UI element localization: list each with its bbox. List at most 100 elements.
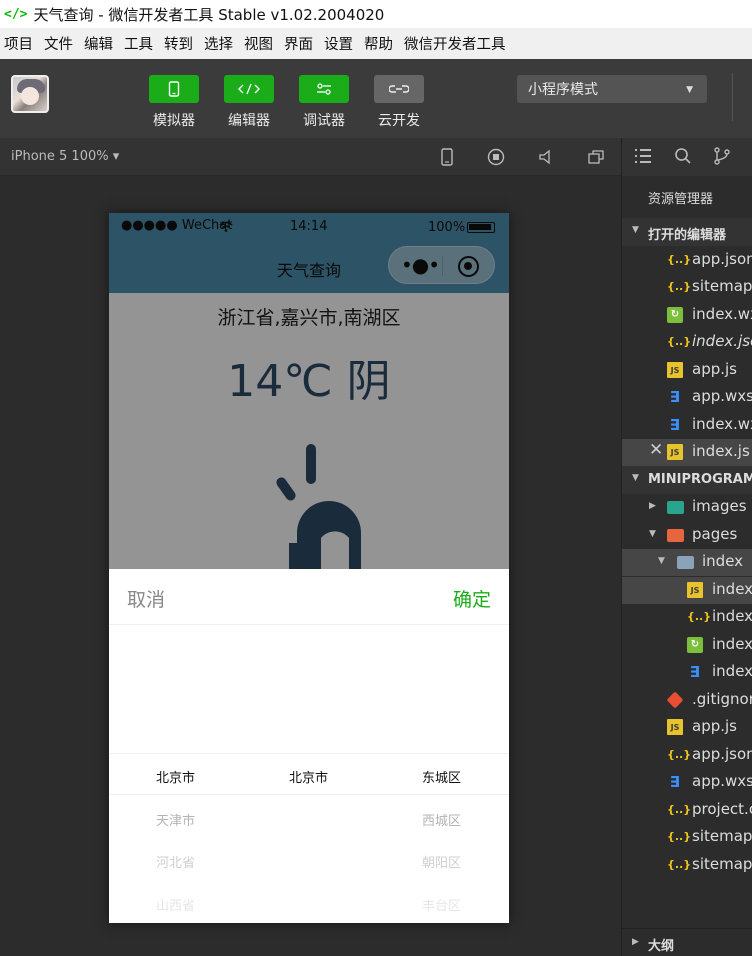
file-name: app.json — [692, 745, 752, 763]
user-avatar[interactable] — [11, 75, 49, 113]
cloud-dev-button[interactable] — [374, 75, 424, 103]
search-icon[interactable] — [674, 147, 692, 165]
tree-file[interactable]: {..}sitemap.json — [622, 824, 752, 851]
mode-select-value: 小程序模式 — [528, 82, 598, 98]
picker-option[interactable]: 丰台区 — [375, 895, 508, 914]
picker-header-divider — [109, 624, 509, 625]
menu-wechat-devtools[interactable]: 微信开发者工具 — [404, 33, 506, 54]
file-name: app.js — [692, 717, 737, 735]
open-editors-section[interactable]: ▼ 打开的编辑器 — [622, 218, 752, 246]
json-file-icon: {..} — [667, 335, 692, 348]
open-editor-item[interactable]: ∃ index.wxss — [622, 412, 752, 439]
picker-option[interactable]: 河北省 — [109, 852, 242, 871]
open-editor-item-active[interactable]: ✕ JS index.js — [622, 439, 752, 466]
modal-overlay[interactable] — [109, 213, 509, 569]
open-editors-label: 打开的编辑器 — [648, 228, 727, 243]
picker-option[interactable]: 北京市 — [109, 767, 242, 786]
picker-confirm-button[interactable]: 确定 — [453, 585, 491, 612]
tree-folder[interactable]: ▶ images — [622, 494, 752, 521]
explorer-title: 资源管理器 — [648, 192, 714, 207]
json-file-icon: {..} — [667, 253, 692, 266]
menu-file[interactable]: 文件 — [44, 33, 73, 54]
list-icon[interactable] — [634, 148, 652, 164]
file-name: project.config.json — [692, 800, 752, 818]
picker-option[interactable]: 天津市 — [109, 810, 242, 829]
open-editor-item[interactable]: JS app.js — [622, 357, 752, 384]
picker-option[interactable]: 东城区 — [375, 767, 508, 786]
project-section[interactable]: ▼ MINIPROGRAM- — [622, 466, 752, 494]
mode-select[interactable]: 小程序模式 ▼ — [517, 75, 707, 103]
tree-file[interactable]: ∃ index.wxss — [622, 659, 752, 686]
menu-select[interactable]: 选择 — [204, 33, 233, 54]
menu-goto[interactable]: 转到 — [164, 33, 193, 54]
open-editor-item[interactable]: {..}sitemap.json — [622, 274, 752, 301]
title-bar: </> 天气查询 - 微信开发者工具 Stable v1.02.2004020 — [0, 0, 752, 28]
wxss-file-icon: ∃ — [669, 416, 681, 434]
simulator-device-bar: iPhone 5 100% ▾ — [0, 138, 621, 176]
json-file-icon: {..} — [667, 280, 692, 293]
phone-icon[interactable] — [437, 147, 457, 167]
tree-folder[interactable]: ▼ index — [622, 549, 752, 576]
menu-edit[interactable]: 编辑 — [84, 33, 113, 54]
picker-option[interactable]: 山西省 — [109, 895, 242, 914]
open-editor-item[interactable]: {..}index.json — [622, 329, 752, 356]
collapse-icon: ▼ — [632, 473, 639, 483]
file-name: app.wxss — [692, 387, 752, 405]
tree-file[interactable]: {..} app.json — [622, 742, 752, 769]
phone-simulator: ●●●●● WeChat 14:14 100% 天气查询 •●• 浙江省,嘉兴市… — [109, 213, 509, 923]
menu-view[interactable]: 视图 — [244, 33, 273, 54]
picker-option[interactable]: 朝阳区 — [375, 852, 508, 871]
file-name: sitemap.json — [692, 827, 752, 845]
file-name: index.wxss — [712, 662, 752, 680]
debugger-button[interactable] — [299, 75, 349, 103]
menu-tools[interactable]: 工具 — [124, 33, 153, 54]
file-name: index.wxml — [712, 635, 752, 653]
file-name: index.wxml — [692, 305, 752, 323]
open-editor-item[interactable]: ∃ app.wxss — [622, 384, 752, 411]
git-branch-icon[interactable] — [713, 147, 731, 165]
open-editor-item[interactable]: ↻ index.wxml — [622, 302, 752, 329]
multi-window-icon[interactable] — [586, 147, 606, 167]
close-icon[interactable]: ✕ — [649, 440, 663, 460]
picker-selection-bottom-line — [109, 794, 509, 795]
caret-down-icon: ▼ — [686, 85, 693, 95]
open-editor-item[interactable]: {..} app.json — [622, 247, 752, 274]
picker-cancel-button[interactable]: 取消 — [127, 585, 165, 612]
tree-file[interactable]: JS app.js — [622, 714, 752, 741]
file-name: app.wxss — [692, 772, 752, 790]
cloud-link-icon — [389, 85, 409, 93]
wxss-file-icon: ∃ — [669, 388, 681, 406]
tree-file[interactable]: JS index.js — [622, 577, 752, 604]
tree-file[interactable]: ↻ index.wxml — [622, 632, 752, 659]
git-file-icon — [666, 691, 684, 709]
device-select[interactable]: iPhone 5 100% ▾ — [11, 149, 119, 164]
record-icon[interactable] — [486, 147, 506, 167]
menu-interface[interactable]: 界面 — [284, 33, 313, 54]
js-file-icon: JS — [687, 582, 703, 598]
menu-project[interactable]: 项目 — [4, 33, 33, 54]
tree-file[interactable]: {..}project.config.json — [622, 797, 752, 824]
picker-selection-top-line — [109, 753, 509, 754]
menu-settings[interactable]: 设置 — [324, 33, 353, 54]
devtools-logo-icon: </> — [4, 6, 28, 22]
editor-button[interactable] — [224, 75, 274, 103]
picker-option[interactable]: 北京市 — [242, 767, 375, 786]
picker-option[interactable]: 西城区 — [375, 810, 508, 829]
menu-help[interactable]: 帮助 — [364, 33, 393, 54]
project-label: MINIPROGRAM- — [648, 472, 752, 487]
code-icon — [238, 83, 260, 95]
collapse-icon: ▼ — [649, 529, 656, 539]
volume-icon[interactable] — [536, 147, 556, 167]
folder-name: images — [692, 497, 747, 515]
file-name: sitemap.json — [692, 277, 752, 295]
simulator-button[interactable] — [149, 75, 199, 103]
debugger-label: 调试器 — [303, 113, 345, 129]
wxss-file-icon: ∃ — [689, 663, 701, 681]
outline-section[interactable]: ▶ 大纲 — [622, 928, 752, 956]
js-file-icon: JS — [667, 719, 683, 735]
tree-file[interactable]: ∃ app.wxss — [622, 769, 752, 796]
tree-file[interactable]: {..}sitemap38.json — [622, 852, 752, 879]
tree-file[interactable]: {..}index.json — [622, 604, 752, 631]
tree-folder[interactable]: ▼ pages — [622, 522, 752, 549]
tree-file[interactable]: .gitignore — [622, 687, 752, 714]
